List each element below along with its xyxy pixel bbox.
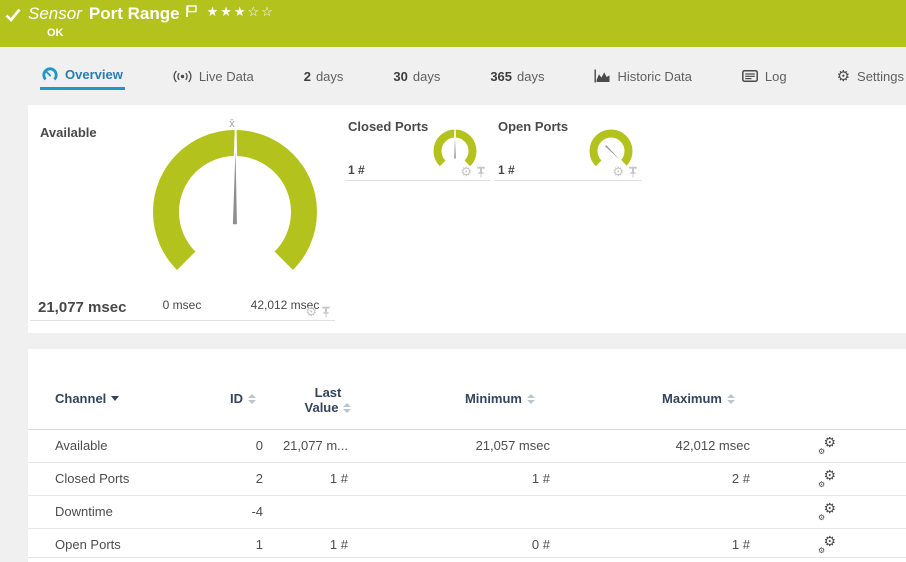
- channel-name: Closed Ports: [55, 471, 130, 486]
- gauge-value: 1 #: [498, 163, 515, 177]
- gauge-settings-icon[interactable]: ⚙: [460, 165, 472, 178]
- table-header-row: Channel ID Last Value Minimum Maximum: [28, 349, 906, 430]
- tab-historic-data-label: Historic Data: [617, 68, 692, 84]
- mean-marker: x̄: [229, 118, 235, 130]
- tab-overview[interactable]: Overview: [40, 62, 125, 90]
- sort-arrows-icon: [727, 394, 735, 404]
- table-row-open-ports[interactable]: Open Ports 1 1 # 0 # 1 # ⚙ ⚙: [28, 529, 906, 558]
- channel-maximum: 42,012 msec: [675, 438, 750, 453]
- check-icon: [5, 8, 21, 22]
- column-header-id-label: ID: [230, 391, 243, 406]
- column-header-minimum[interactable]: Minimum: [428, 391, 535, 406]
- live-icon: [173, 70, 192, 82]
- tab-live-data-label: Live Data: [198, 68, 254, 84]
- sensor-status-header: Sensor Port Range ★★★☆☆ OK: [0, 0, 906, 47]
- channel-minimum: 1 #: [531, 471, 550, 486]
- tab-2-days-label: days: [315, 68, 344, 84]
- sort-arrows-icon: [343, 403, 352, 413]
- gauge-settings-icon[interactable]: ⚙: [612, 165, 624, 178]
- column-header-id[interactable]: ID: [178, 391, 256, 406]
- status-badge: OK: [47, 27, 64, 39]
- gear-icon: ⚙: [836, 67, 851, 85]
- sensor-kind-label: Sensor: [28, 4, 82, 23]
- rating-stars[interactable]: ★★★☆☆: [207, 4, 275, 20]
- channel-minimum: 21,057 msec: [475, 438, 550, 453]
- channel-name: Downtime: [55, 504, 113, 519]
- column-header-channel-label: Channel: [55, 391, 107, 406]
- channel-name: Open Ports: [55, 537, 121, 552]
- column-header-channel[interactable]: Channel: [55, 391, 120, 406]
- channel-id: 0: [255, 438, 263, 453]
- column-header-maximum-label: Maximum: [662, 391, 722, 406]
- gauge-title: Available: [40, 125, 97, 140]
- tab-30-days[interactable]: 30 days: [391, 62, 442, 90]
- gauge-settings-icon[interactable]: ⚙: [305, 305, 317, 318]
- tab-365-days-number: 365: [490, 68, 513, 84]
- pin-icon[interactable]: [321, 306, 331, 318]
- channel-minimum: 0 #: [531, 537, 550, 552]
- tab-2-days[interactable]: 2 days: [302, 62, 346, 90]
- tab-log[interactable]: Log: [740, 62, 789, 90]
- channel-last-value: 21,077 m...: [282, 438, 348, 453]
- gauge-value: 21,077 msec: [38, 299, 127, 316]
- channel-name: Available: [55, 438, 108, 453]
- gauge-icon: [42, 67, 58, 80]
- sort-desc-caret-icon: [111, 396, 120, 401]
- column-header-last-value[interactable]: Last Value: [283, 385, 373, 415]
- tab-overview-label: Overview: [65, 67, 123, 82]
- table-row-closed-ports[interactable]: Closed Ports 2 1 # 1 # 2 # ⚙ ⚙: [28, 463, 906, 496]
- channel-settings-icon[interactable]: ⚙ ⚙: [816, 534, 838, 556]
- channel-id: -4: [251, 504, 263, 519]
- channel-last-value: 1 #: [329, 471, 348, 486]
- column-header-maximum[interactable]: Maximum: [628, 391, 735, 406]
- column-header-minimum-label: Minimum: [464, 391, 522, 406]
- table-row-downtime[interactable]: Downtime -4 ⚙ ⚙: [28, 496, 906, 529]
- tab-settings-label: Settings: [857, 68, 905, 84]
- gauge-value: 1 #: [348, 163, 365, 177]
- gauge-min-label: 0 msec: [162, 298, 202, 312]
- channel-id: 1: [255, 537, 263, 552]
- channel-settings-icon[interactable]: ⚙ ⚙: [816, 501, 838, 523]
- column-header-last-label: Last: [314, 385, 342, 400]
- tab-bar: Overview Live Data 2 days 30 days 365 da…: [40, 62, 906, 93]
- log-list-icon: [741, 70, 758, 82]
- tab-log-label: Log: [764, 68, 787, 84]
- channel-maximum: 1 #: [731, 537, 750, 552]
- tab-365-days[interactable]: 365 days: [488, 62, 546, 90]
- gauge-card-available: Available x̄ 0 msec 42,012 msec 21,077 m…: [30, 117, 335, 321]
- column-header-value-label: Value: [304, 400, 339, 415]
- tab-settings[interactable]: ⚙ Settings: [835, 62, 906, 90]
- channel-maximum: 2 #: [731, 471, 750, 486]
- available-gauge-chart: [153, 122, 317, 270]
- sensor-name: Port Range: [88, 4, 180, 23]
- gauge-card-open-ports: Open Ports 1 # ⚙: [495, 117, 642, 181]
- flag-icon[interactable]: [185, 5, 197, 17]
- sort-arrows-icon: [248, 394, 256, 404]
- tab-historic-data[interactable]: Historic Data: [592, 62, 693, 90]
- gauge-card-closed-ports: Closed Ports 1 # ⚙: [345, 117, 490, 181]
- tab-365-days-label: days: [517, 68, 545, 84]
- tab-live-data[interactable]: Live Data: [171, 62, 256, 90]
- gauge-title: Open Ports: [498, 119, 569, 134]
- sort-arrows-icon: [527, 394, 535, 404]
- channel-id: 2: [255, 471, 263, 486]
- tab-2-days-number: 2: [303, 68, 311, 84]
- pin-icon[interactable]: [476, 166, 486, 178]
- gauges-panel: Available x̄ 0 msec 42,012 msec 21,077 m…: [28, 105, 906, 333]
- tab-30-days-number: 30: [393, 68, 408, 84]
- channel-settings-icon[interactable]: ⚙ ⚙: [816, 468, 838, 490]
- gauge-title: Closed Ports: [348, 119, 429, 134]
- channel-settings-icon[interactable]: ⚙ ⚙: [816, 435, 838, 457]
- area-chart-icon: [594, 69, 610, 83]
- tab-30-days-label: days: [412, 68, 441, 84]
- table-row-available[interactable]: Available 0 21,077 m... 21,057 msec 42,0…: [28, 430, 906, 463]
- channel-table-panel: Channel ID Last Value Minimum Maximum Av…: [28, 349, 906, 562]
- channel-last-value: 1 #: [329, 537, 348, 552]
- pin-icon[interactable]: [628, 166, 638, 178]
